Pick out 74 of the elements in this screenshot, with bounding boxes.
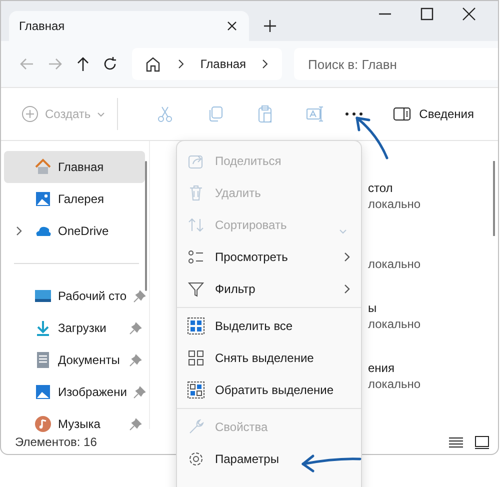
breadcrumb[interactable]: Главная [200, 57, 246, 71]
chevron-icon [260, 58, 270, 70]
search-field[interactable]: Поиск в: Главн [294, 48, 498, 80]
wrench-icon [187, 418, 205, 436]
pin-icon [129, 321, 143, 335]
pin-icon [132, 289, 147, 303]
plus-icon [263, 19, 277, 33]
music-icon [34, 415, 52, 433]
caret-icon [96, 110, 105, 118]
desktop-icon [34, 287, 52, 305]
item-count: Элементов: 16 [15, 434, 97, 448]
nav-item[interactable]: Галерея [4, 183, 145, 215]
select-all-icon [187, 317, 205, 335]
annotation-arrow [302, 454, 362, 472]
trash-icon [187, 184, 205, 202]
nav-label: Рабочий сто [58, 289, 127, 303]
menu-item[interactable]: Снять выделение [177, 342, 361, 374]
gear-icon [187, 450, 205, 468]
item-detail: локально [368, 196, 422, 212]
home-icon [144, 55, 162, 73]
item-detail: локально [368, 316, 422, 332]
nav-label: Главная [58, 160, 104, 174]
annotation-arrow [356, 116, 388, 160]
invert-selection-icon [187, 381, 205, 399]
item-detail: локально [368, 256, 422, 272]
pin-icon [129, 417, 143, 431]
details-button[interactable]: Сведения [393, 105, 474, 123]
tiles-view-icon [474, 434, 490, 448]
item-detail: локально [368, 376, 422, 392]
menu-item[interactable]: Выделить все [177, 310, 361, 342]
tab-title: Главная [19, 19, 65, 33]
menu-item[interactable]: Фильтр [177, 273, 361, 305]
chevron-icon [15, 226, 23, 236]
close-icon [225, 19, 239, 33]
menu-item[interactable]: Параметры [177, 443, 361, 475]
item-name: ения [368, 361, 395, 375]
more-icon [344, 110, 364, 118]
scrollbar[interactable] [493, 161, 495, 236]
download-icon [34, 319, 52, 337]
nav-item[interactable]: OneDrive [4, 215, 145, 247]
nav-item[interactable]: Изображени [4, 376, 145, 408]
menu-item[interactable]: Обратить выделение [177, 374, 361, 406]
document-icon [34, 351, 52, 369]
nav-label: Изображени [58, 385, 127, 399]
nav-item[interactable]: Главная [4, 151, 145, 183]
window-tab[interactable]: Главная [9, 11, 249, 41]
pin-icon [132, 385, 147, 399]
close-icon [462, 7, 476, 21]
home-icon [34, 158, 52, 176]
scrollbar[interactable] [145, 161, 147, 291]
nav-label: OneDrive [58, 224, 109, 238]
chevron-icon [176, 58, 186, 70]
pictures-icon [34, 383, 52, 401]
filter-icon [187, 280, 205, 298]
gallery-icon [34, 190, 52, 208]
nav-item[interactable]: Документы [4, 344, 145, 376]
panel-icon [393, 105, 412, 123]
list-view-icon [187, 248, 205, 266]
pin-icon [129, 353, 143, 367]
details-view-icon [448, 434, 464, 448]
nav-label: Музыка [58, 417, 100, 431]
nav-item[interactable]: Загрузки [4, 312, 145, 344]
sort-icon [187, 216, 205, 234]
nav-item[interactable]: Рабочий сто [4, 280, 145, 312]
item-name: ы [368, 301, 377, 315]
plus-circle-icon [21, 105, 39, 123]
item-name: стол [368, 181, 393, 195]
nav-label: Галерея [58, 192, 104, 206]
nav-label: Документы [58, 353, 120, 367]
nav-label: Загрузки [58, 321, 106, 335]
maximize-icon [420, 7, 434, 21]
select-none-icon [187, 349, 205, 367]
menu-item[interactable]: Просмотреть [177, 241, 361, 273]
address-bar[interactable]: Главная [132, 48, 282, 80]
